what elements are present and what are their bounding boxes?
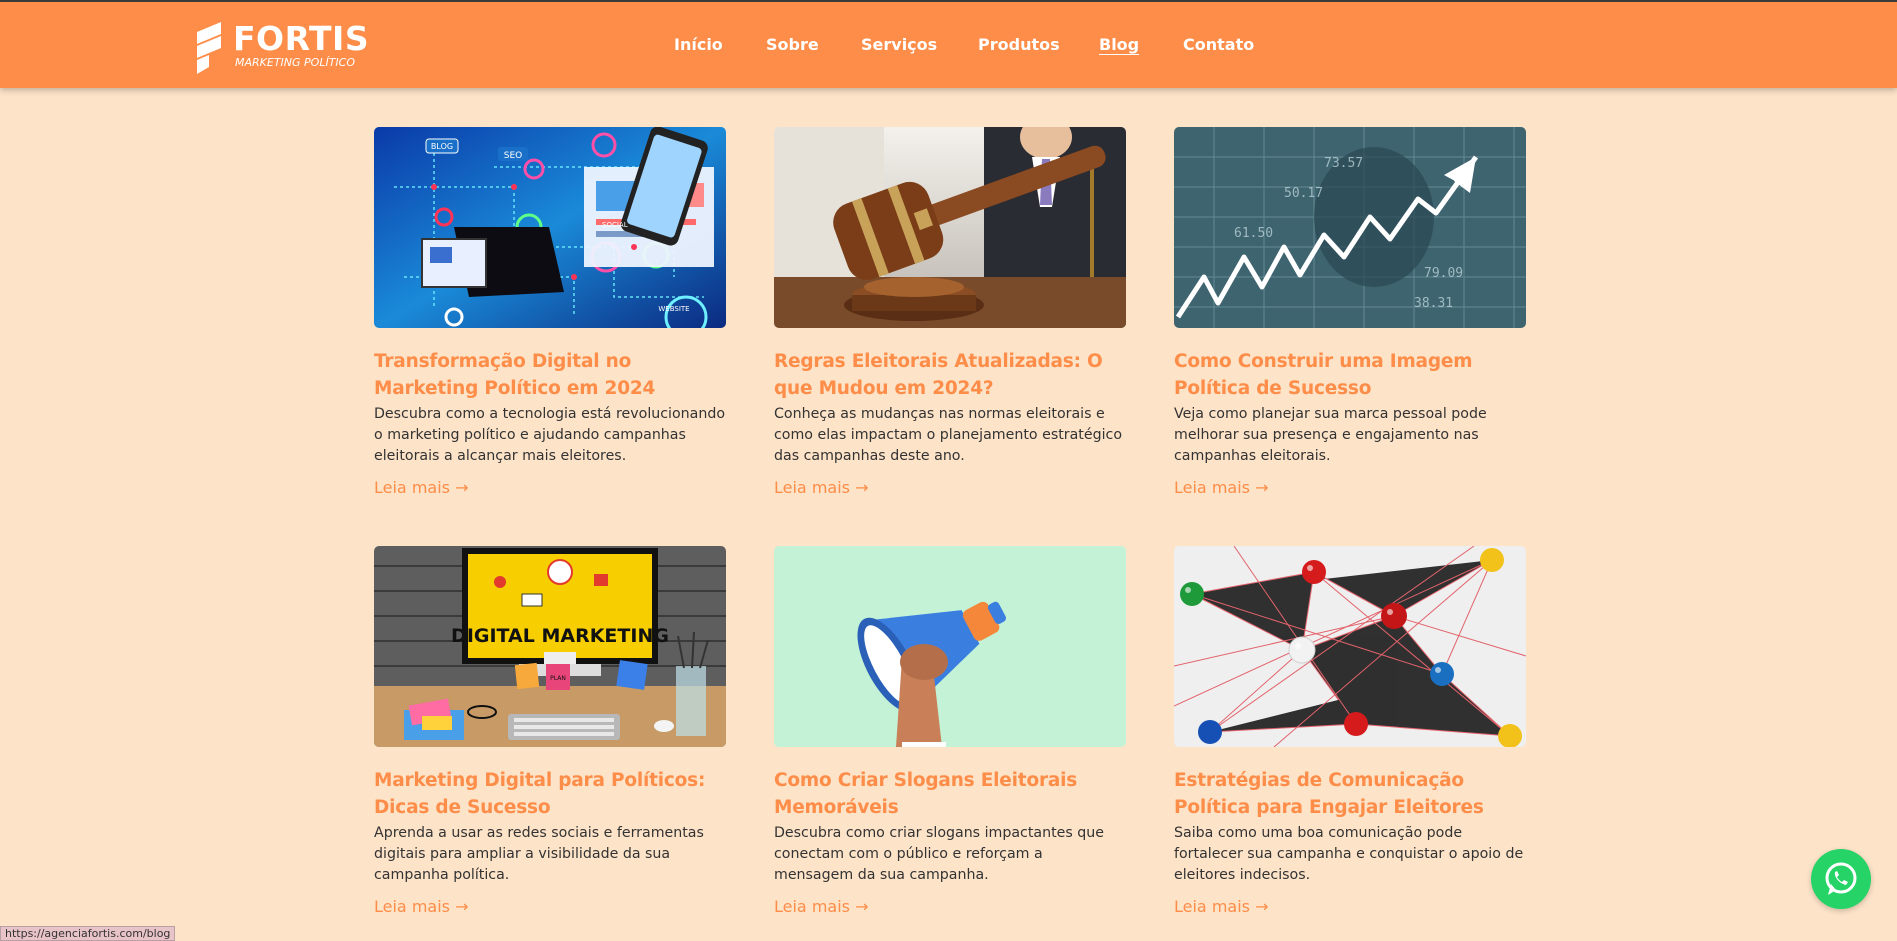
post-image-pins-network[interactable] (1174, 546, 1526, 747)
nav-item-sobre[interactable]: Sobre (766, 35, 819, 54)
blog-card: Regras Eleitorais Atualizadas: O que Mud… (774, 127, 1126, 497)
svg-text:50.17: 50.17 (1284, 186, 1323, 201)
nav-item-produtos[interactable]: Produtos (978, 35, 1060, 54)
post-title[interactable]: Como Criar Slogans Eleitorais Memoráveis (774, 767, 1126, 821)
post-title[interactable]: Marketing Digital para Políticos: Dicas … (374, 767, 726, 821)
read-more-link[interactable]: Leia mais → (374, 478, 468, 497)
svg-text:SEO: SEO (504, 151, 522, 161)
post-title[interactable]: Transformação Digital no Marketing Polít… (374, 348, 726, 402)
read-more-link[interactable]: Leia mais → (1174, 897, 1268, 916)
svg-text:BLOG: BLOG (431, 142, 453, 151)
nav-item-blog[interactable]: Blog (1099, 35, 1139, 54)
blog-card: 73.57 50.17 79.09 38.31 61.50 Como Construi… (1174, 127, 1526, 497)
blog-card: BLOG SEO WEBSITE SOCIAL Transformação Di… (374, 127, 726, 497)
svg-text:61.50: 61.50 (1234, 226, 1273, 241)
svg-text:79.09: 79.09 (1424, 266, 1463, 281)
blog-card: Como Criar Slogans Eleitorais Memoráveis… (774, 546, 1126, 916)
post-description: Descubra como criar slogans impactantes … (774, 825, 1105, 883)
post-title[interactable]: Como Construir uma Imagem Política de Su… (1174, 348, 1526, 402)
svg-text:WEBSITE: WEBSITE (658, 305, 689, 313)
blog-card: Estratégias de Comunicação Política para… (1174, 546, 1526, 916)
post-description: Saiba como uma boa comunicação pode fort… (1174, 825, 1524, 883)
post-image-gavel[interactable] (774, 127, 1126, 328)
svg-text:73.57: 73.57 (1324, 156, 1363, 171)
nav-item-inicio[interactable]: Início (674, 35, 723, 54)
whatsapp-button[interactable] (1811, 849, 1871, 909)
post-image-growth-chart[interactable]: 73.57 50.17 79.09 38.31 61.50 (1174, 127, 1526, 328)
svg-text:SOCIAL: SOCIAL (602, 221, 628, 229)
post-title[interactable]: Regras Eleitorais Atualizadas: O que Mud… (774, 348, 1126, 402)
blog-card: DIGITAL MARKETING PLAN Marketing Digital… (374, 546, 726, 916)
read-more-link[interactable]: Leia mais → (1174, 478, 1268, 497)
post-image-digital-tech[interactable]: BLOG SEO WEBSITE SOCIAL (374, 127, 726, 328)
post-image-megaphone[interactable] (774, 546, 1126, 747)
post-title[interactable]: Estratégias de Comunicação Política para… (1174, 767, 1526, 821)
read-more-link[interactable]: Leia mais → (774, 478, 868, 497)
post-image-digital-marketing[interactable]: DIGITAL MARKETING PLAN (374, 546, 726, 747)
post-description: Aprenda a usar as redes sociais e ferram… (374, 825, 704, 883)
main-nav: Início Sobre Serviços Produtos Blog Cont… (0, 2, 1897, 90)
nav-item-contato[interactable]: Contato (1183, 35, 1254, 54)
svg-text:38.31: 38.31 (1414, 296, 1453, 311)
site-header: FORTIS MARKETING POLÍTICO Início Sobre S… (0, 0, 1897, 88)
svg-text:PLAN: PLAN (550, 675, 566, 682)
browser-status-url: https://agenciafortis.com/blog (0, 926, 176, 941)
whatsapp-icon (1825, 862, 1857, 895)
post-description: Veja como planejar sua marca pessoal pod… (1174, 406, 1487, 464)
nav-item-servicos[interactable]: Serviços (861, 35, 937, 54)
post-description: Descubra como a tecnologia está revoluci… (374, 406, 726, 464)
post-description: Conheça as mudanças nas normas eleitorai… (774, 406, 1123, 464)
read-more-link[interactable]: Leia mais → (774, 897, 868, 916)
read-more-link[interactable]: Leia mais → (374, 897, 468, 916)
svg-text:DIGITAL MARKETING: DIGITAL MARKETING (451, 625, 669, 647)
